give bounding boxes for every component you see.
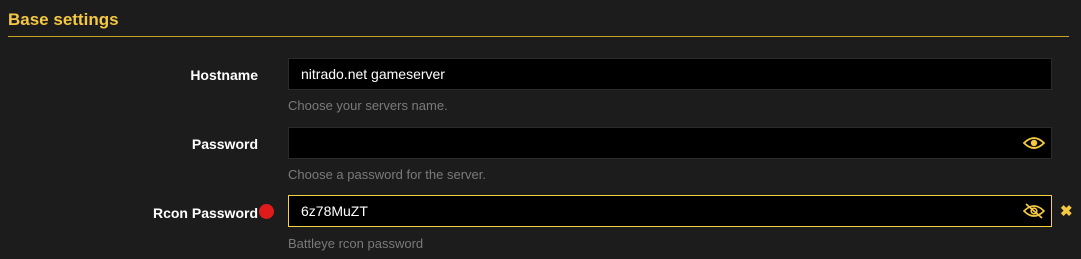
required-indicator-icon [259,204,274,219]
eye-icon[interactable] [1023,135,1045,151]
hostname-field[interactable] [288,58,1052,90]
close-icon[interactable]: ✖ [1060,204,1073,220]
password-hint: Choose a password for the server. [288,167,486,182]
rcon-password-hint: Battleye rcon password [288,236,424,251]
password-input[interactable] [289,128,1009,158]
eye-slash-icon[interactable] [1023,203,1045,219]
password-label: Password [191,136,258,152]
password-field[interactable] [288,127,1052,159]
rcon-password-input[interactable] [289,196,1009,226]
rcon-password-field[interactable] [288,195,1052,227]
section-title: Base settings [8,10,119,29]
hostname-hint: Choose your servers name. [288,98,448,113]
hostname-label: Hostname [190,67,258,83]
section-divider [8,36,1069,37]
rcon-password-label: Rcon Password [152,205,258,221]
hostname-input[interactable] [289,59,1009,89]
